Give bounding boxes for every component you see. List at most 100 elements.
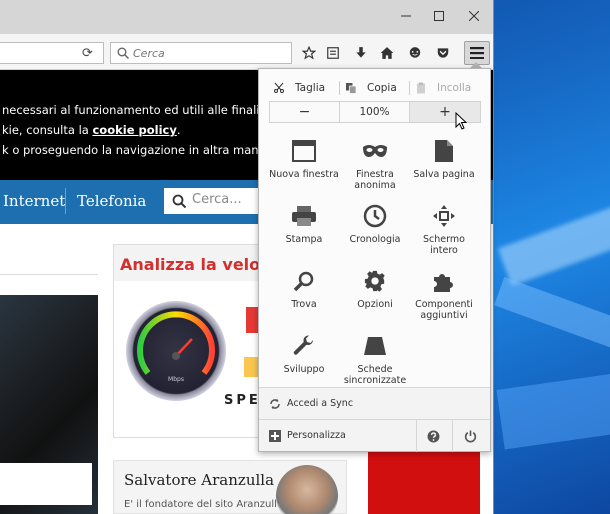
logo-fragment xyxy=(244,357,258,377)
mask-icon xyxy=(363,145,387,157)
minimize-button[interactable] xyxy=(392,6,420,26)
maximize-button[interactable] xyxy=(425,6,453,26)
plus-box-icon[interactable] xyxy=(267,428,283,444)
menu-item-developer[interactable]: Sviluppo xyxy=(268,330,340,390)
footer-divider xyxy=(452,420,453,452)
close-button[interactable] xyxy=(460,6,488,26)
cut-button[interactable]: Taglia xyxy=(273,77,325,99)
copy-icon xyxy=(346,83,357,94)
nav-item-telefonia[interactable]: Telefonia xyxy=(77,192,146,210)
help-icon[interactable] xyxy=(425,428,441,444)
menu-item-label: Trova xyxy=(291,299,317,310)
wallpaper-light-beam xyxy=(497,193,610,287)
customize-footer: Personalizza xyxy=(259,419,490,452)
menu-item-label: Schermo intero xyxy=(423,234,465,256)
cookie-text: kie, consulta la xyxy=(2,123,93,137)
gauge-unit-label: Mbps xyxy=(168,376,184,383)
search-placeholder: Cerca xyxy=(133,47,165,60)
divider xyxy=(0,274,98,275)
copy-label: Copia xyxy=(367,82,397,94)
url-bar[interactable]: ⟳ xyxy=(0,42,104,64)
nav-item-internet[interactable]: Internet xyxy=(3,192,65,210)
zoom-controls: − 100% + xyxy=(269,101,481,123)
pocket-icon[interactable] xyxy=(434,44,452,62)
gear-icon xyxy=(364,270,385,292)
menu-item-label: Opzioni xyxy=(357,299,393,310)
wallpaper-light-beam xyxy=(494,276,610,354)
edit-divider xyxy=(339,81,340,95)
clipboard-icon xyxy=(417,82,425,94)
wrench-icon xyxy=(293,335,314,355)
ad-box[interactable] xyxy=(368,452,480,514)
clock-icon xyxy=(363,204,387,228)
sync-footer[interactable]: Accedi a Sync xyxy=(259,387,490,419)
bookmarks-list-icon[interactable] xyxy=(324,44,342,62)
customize-label[interactable]: Personalizza xyxy=(287,430,346,441)
power-icon[interactable] xyxy=(462,428,478,444)
reload-icon[interactable]: ⟳ xyxy=(82,46,93,61)
menu-item-synced-tabs[interactable]: Schede sincronizzate xyxy=(339,330,411,390)
edit-controls: Taglia Copia Incolla xyxy=(269,77,481,99)
menu-item-label: Schede sincronizzate xyxy=(343,364,407,386)
wallpaper-light-beam xyxy=(496,370,610,450)
bookmark-star-icon[interactable] xyxy=(300,44,318,62)
page-icon xyxy=(435,140,453,162)
sync-tabs-icon xyxy=(364,337,386,355)
menu-item-save-page[interactable]: Salva pagina xyxy=(408,135,480,195)
menu-item-addons[interactable]: Componenti aggiuntivi xyxy=(408,265,480,325)
search-icon xyxy=(172,194,186,208)
paste-button[interactable]: Incolla xyxy=(415,77,471,99)
menu-item-find[interactable]: Trova xyxy=(268,265,340,325)
nav-divider xyxy=(65,188,66,214)
mouse-cursor-icon xyxy=(455,112,467,130)
site-search-placeholder: Cerca... xyxy=(192,192,242,207)
copy-button[interactable]: Copia xyxy=(345,77,397,99)
menu-item-label: Componenti aggiuntivi xyxy=(415,299,473,321)
author-subtitle: E' il fondatore del sito Aranzulla.it, xyxy=(124,499,297,510)
cut-label: Taglia xyxy=(295,82,326,94)
avatar xyxy=(276,465,338,514)
zoom-in-button[interactable]: + xyxy=(410,102,480,122)
cookie-text: . xyxy=(176,123,181,137)
download-icon[interactable] xyxy=(352,44,370,62)
footer-divider xyxy=(416,420,417,452)
close-icon xyxy=(469,11,479,21)
navigation-toolbar: ⟳ Cerca xyxy=(0,34,493,70)
puzzle-icon xyxy=(434,274,453,292)
window-icon xyxy=(292,140,316,162)
menu-item-label: Finestra anonima xyxy=(354,169,396,191)
menu-item-options[interactable]: Opzioni xyxy=(339,265,411,325)
menu-item-history[interactable]: Cronologia xyxy=(339,200,411,260)
zoom-out-button[interactable]: − xyxy=(270,102,340,122)
magnifier-icon xyxy=(293,271,314,292)
menu-item-label: Sviluppo xyxy=(283,364,325,375)
author-name: Salvatore Aranzulla xyxy=(124,471,275,489)
cookie-policy-link[interactable]: cookie policy xyxy=(92,123,176,137)
title-bar xyxy=(0,0,493,34)
home-icon[interactable] xyxy=(378,44,396,62)
search-input[interactable]: Cerca xyxy=(110,42,292,64)
menu-item-fullscreen[interactable]: Schermo intero xyxy=(408,200,480,260)
zoom-reset-button[interactable]: 100% xyxy=(340,102,410,122)
printer-icon xyxy=(292,206,316,226)
author-card: Salvatore Aranzulla E' il fondatore del … xyxy=(113,460,347,514)
menu-item-new-window[interactable]: Nuova finestra xyxy=(268,135,340,195)
sync-icon xyxy=(267,396,283,412)
menu-item-label: Salva pagina xyxy=(413,169,475,180)
menu-item-label: Cronologia xyxy=(349,234,401,245)
menu-item-print[interactable]: Stampa xyxy=(268,200,340,260)
minimize-icon xyxy=(401,15,411,17)
fullscreen-icon xyxy=(433,205,455,227)
sync-label: Accedi a Sync xyxy=(287,398,354,409)
search-icon xyxy=(117,47,129,59)
maximize-icon xyxy=(434,11,444,21)
speedometer-icon: Mbps xyxy=(126,301,226,401)
article-image[interactable] xyxy=(0,295,98,514)
menu-item-label: Nuova finestra xyxy=(269,169,339,180)
menu-item-private-window[interactable]: Finestra anonima xyxy=(339,135,411,195)
scissors-icon xyxy=(274,82,284,93)
chat-icon[interactable] xyxy=(406,44,424,62)
hamburger-icon xyxy=(470,47,484,59)
image-caption-box xyxy=(0,463,92,505)
edit-divider xyxy=(409,81,410,95)
